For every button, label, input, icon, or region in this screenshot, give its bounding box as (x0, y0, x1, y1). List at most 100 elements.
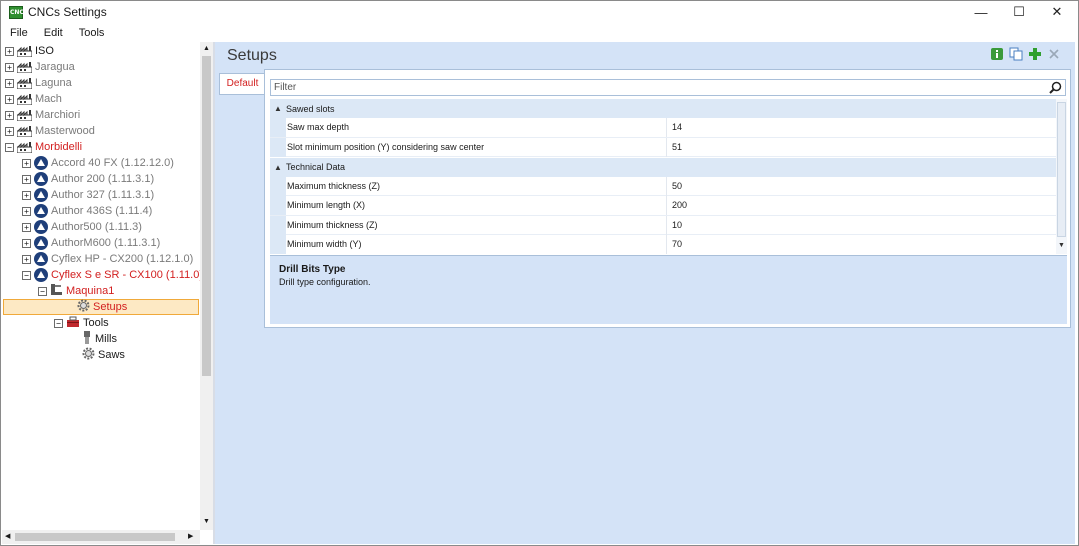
expand-icon[interactable]: + (22, 158, 31, 168)
property-value[interactable]: 50 (668, 177, 682, 196)
grid-property-row[interactable]: Maximum thickness (Z) 50 (270, 176, 1056, 196)
tree-item[interactable]: + Mach (5, 91, 62, 107)
tree-item-label: Masterwood (35, 125, 95, 137)
delete-icon[interactable] (1047, 47, 1061, 61)
grid-category[interactable]: ▲ Sawed slots (270, 99, 1056, 118)
tab-default[interactable]: Default (219, 73, 265, 95)
grid-scroll-thumb[interactable] (1057, 102, 1066, 237)
tree-scroll-thumb[interactable] (202, 56, 211, 376)
search-icon[interactable] (1049, 81, 1062, 94)
description-panel: Drill Bits Type Drill type configuration… (270, 255, 1067, 324)
collapse-icon[interactable]: − (54, 318, 63, 328)
expand-icon[interactable]: + (22, 206, 31, 216)
tree-item[interactable]: Saws (70, 347, 125, 363)
tree-item[interactable]: − Maquina1 (38, 283, 114, 299)
tree-item[interactable]: + Author 436S (1.11.4) (22, 203, 152, 219)
grid-property-row[interactable]: Minimum thickness (Z) 10 (270, 215, 1056, 235)
factory-icon (17, 141, 32, 153)
row-gutter (270, 196, 286, 215)
expand-icon[interactable]: + (22, 238, 31, 248)
row-gutter (270, 176, 286, 196)
expand-icon[interactable]: + (5, 46, 14, 56)
expand-icon[interactable]: + (22, 174, 31, 184)
tree-item[interactable]: + ISO (5, 43, 54, 59)
tree-item-label: Mills (95, 333, 117, 345)
row-gutter (270, 235, 286, 254)
grid-property-row[interactable]: Slot minimum position (Y) considering sa… (270, 137, 1056, 157)
grid-property-row[interactable]: Minimum width (Y) 70 (270, 235, 1056, 254)
tree-item-label: Author 436S (1.11.4) (51, 205, 153, 217)
tree-item[interactable]: + Author 327 (1.11.3.1) (22, 187, 154, 203)
tree-item[interactable]: + Author500 (1.11.3) (22, 219, 142, 235)
expand-icon[interactable]: + (22, 190, 31, 200)
grid-category[interactable]: ▲ Technical Data (270, 157, 1056, 177)
tree-item[interactable]: − Morbidelli (5, 139, 82, 155)
tree-item[interactable]: − Cyflex S e SR - CX100 (1.11.0) (22, 267, 200, 283)
expand-icon[interactable]: + (5, 78, 14, 88)
factory-icon (17, 45, 32, 57)
tree-item[interactable]: − Tools (54, 315, 109, 331)
menu-edit[interactable]: Edit (36, 27, 71, 39)
tree-item-label: Setups (93, 301, 128, 313)
gear-icon (82, 347, 95, 363)
tree-item[interactable]: + Jaragua (5, 59, 75, 75)
scroll-right-icon[interactable]: ▶ (188, 532, 193, 540)
tree-item[interactable]: + Cyflex HP - CX200 (1.12.1.0) (22, 251, 193, 267)
collapse-caret-icon[interactable]: ▲ (270, 163, 286, 172)
tree-horizontal-scrollbar[interactable]: ◀ ▶ (2, 530, 200, 544)
tree-item[interactable]: + Laguna (5, 75, 72, 91)
menu-file[interactable]: File (1, 27, 36, 39)
tree-item[interactable]: + Marchiori (5, 107, 80, 123)
property-value[interactable]: 14 (668, 118, 682, 137)
cnc-machine-icon (34, 220, 48, 234)
tree-item[interactable]: + Author 200 (1.11.3.1) (22, 171, 154, 187)
tree-item[interactable]: + AuthorM600 (1.11.3.1) (22, 235, 160, 251)
app-window: CNC CNCs Settings — ☐ ✕ File Edit Tools … (0, 0, 1079, 546)
collapse-icon[interactable]: − (5, 142, 14, 152)
grid-scrollbar[interactable]: ▼ (1056, 99, 1067, 254)
cnc-tree[interactable]: + ISO + Jaragua + Laguna + Mach + Marchiori + Maste… (2, 42, 200, 529)
description-text: Drill type configuration. (279, 277, 371, 287)
tree-item-label: Maquina1 (66, 285, 115, 297)
copy-icon[interactable] (1009, 47, 1023, 61)
filter-input[interactable] (271, 80, 1041, 95)
tree-item[interactable]: Setups (3, 299, 199, 315)
scroll-up-icon[interactable]: ▲ (203, 45, 210, 52)
grid-scroll-down-icon[interactable]: ▼ (1058, 242, 1065, 249)
expand-icon[interactable]: + (5, 126, 14, 136)
tree-item[interactable]: + Accord 40 FX (1.12.12.0) (22, 155, 174, 171)
filter-box[interactable] (270, 79, 1066, 96)
grid-property-row[interactable]: Saw max depth 14 (270, 118, 1056, 138)
close-button[interactable]: ✕ (1038, 1, 1076, 23)
menu-tools[interactable]: Tools (71, 27, 113, 39)
info-icon[interactable] (990, 47, 1004, 61)
tree-vertical-scrollbar[interactable]: ▲ ▼ (200, 42, 213, 530)
scroll-left-icon[interactable]: ◀ (5, 532, 10, 540)
expand-icon[interactable]: + (5, 62, 14, 72)
factory-icon (17, 61, 32, 73)
property-name: Maximum thickness (Z) (286, 176, 667, 196)
grid-property-row[interactable]: Minimum length (X) 200 (270, 196, 1056, 216)
property-value[interactable]: 70 (668, 235, 682, 254)
scroll-down-icon[interactable]: ▼ (203, 518, 210, 525)
minimize-button[interactable]: — (962, 1, 1000, 23)
property-name: Saw max depth (286, 118, 667, 137)
expand-icon[interactable]: + (22, 254, 31, 264)
expand-icon[interactable]: + (22, 222, 31, 232)
tree-hscroll-thumb[interactable] (15, 533, 175, 541)
collapse-icon[interactable]: − (38, 286, 47, 296)
collapse-icon[interactable]: − (22, 270, 31, 280)
property-value[interactable]: 200 (668, 196, 687, 215)
property-value[interactable]: 51 (668, 138, 682, 157)
collapse-caret-icon[interactable]: ▲ (270, 104, 286, 113)
add-icon[interactable] (1028, 47, 1042, 61)
expand-icon[interactable]: + (5, 110, 14, 120)
expand-icon[interactable]: + (5, 94, 14, 104)
tree-item[interactable]: + Masterwood (5, 123, 95, 139)
property-value[interactable]: 10 (668, 216, 682, 235)
maximize-button[interactable]: ☐ (1000, 1, 1038, 23)
tree-item-label: Author 327 (1.11.3.1) (51, 189, 155, 201)
tree-item-label: AuthorM600 (1.11.3.1) (51, 237, 161, 249)
tree-item[interactable]: Mills (70, 331, 117, 347)
tree-item-label: Laguna (35, 77, 72, 89)
